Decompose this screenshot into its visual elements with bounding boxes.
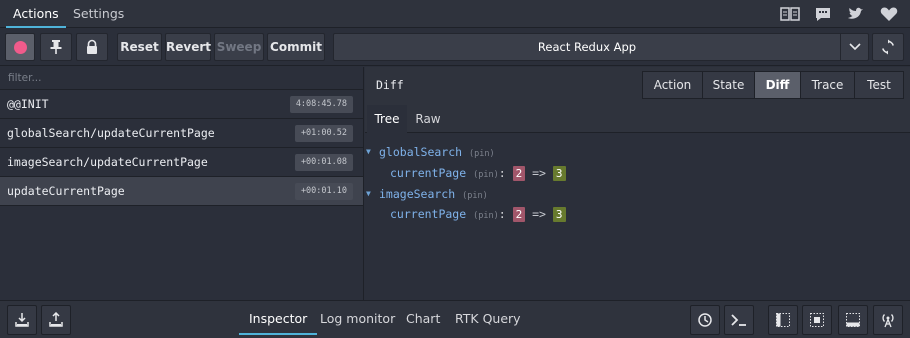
sync-icon — [882, 39, 894, 55]
remote-button[interactable] — [873, 305, 903, 335]
revert-button[interactable]: Revert — [165, 33, 211, 61]
pin-icon — [50, 40, 62, 54]
action-row-update-current-page[interactable]: updateCurrentPage +00:01.10 — [0, 177, 363, 206]
export-icon — [49, 312, 63, 327]
tree-key: currentPage — [390, 207, 467, 221]
tab-raw[interactable]: Raw — [409, 105, 447, 133]
diff-view-tabs: Tree Raw — [365, 105, 910, 133]
action-time: +00:01.08 — [294, 154, 353, 171]
monitor-tab-inspector[interactable]: Inspector — [238, 301, 318, 337]
diff-arrow: => — [532, 166, 546, 180]
dock-bottom-button[interactable] — [838, 305, 868, 335]
record-button[interactable] — [5, 33, 35, 61]
pin-link[interactable]: (pin) — [469, 149, 495, 159]
instance-select-label: React Redux App — [537, 40, 637, 54]
action-name: imageSearch/updateCurrentPage — [7, 155, 208, 169]
dock-center-icon — [810, 313, 824, 327]
lock-icon — [87, 39, 97, 54]
action-name: updateCurrentPage — [7, 184, 125, 198]
lock-button[interactable] — [76, 33, 108, 61]
inspector-title: Diff — [376, 78, 404, 92]
action-time: +01:00.52 — [294, 125, 353, 142]
action-name: globalSearch/updateCurrentPage — [7, 126, 215, 140]
action-time: 4:08:45.78 — [289, 96, 353, 113]
dock-left-button[interactable] — [768, 305, 798, 335]
tab-test[interactable]: Test — [854, 71, 904, 99]
tab-diff[interactable]: Diff — [754, 71, 801, 99]
tree-key: currentPage — [390, 166, 467, 180]
import-button[interactable] — [7, 305, 37, 335]
import-icon — [15, 313, 29, 327]
tab-action[interactable]: Action — [642, 71, 703, 99]
tree-key: imageSearch — [379, 187, 456, 201]
dispatcher-button[interactable] — [690, 305, 720, 335]
chevron-down-icon[interactable] — [840, 34, 868, 60]
inspector-header: Diff Action State Diff Trace Test — [365, 67, 910, 105]
expand-triangle-icon[interactable]: ▼ — [366, 184, 371, 204]
record-dot-icon — [14, 41, 27, 54]
export-button[interactable] — [41, 305, 71, 335]
tab-state[interactable]: State — [702, 71, 755, 99]
book-icon[interactable] — [779, 4, 801, 24]
monitor-tab-log-monitor[interactable]: Log monitor — [320, 301, 395, 337]
tab-tree[interactable]: Tree — [367, 105, 407, 133]
toolbar: Reset Revert Sweep Commit React Redux Ap… — [0, 28, 910, 66]
monitor-tab-chart[interactable]: Chart — [406, 301, 440, 337]
pin-link[interactable]: (pin) — [462, 191, 488, 201]
dock-left-icon — [776, 313, 790, 327]
diff-old-value: 2 — [512, 207, 526, 222]
diff-old-value: 2 — [512, 166, 526, 181]
diff-arrow: => — [532, 207, 546, 221]
instance-select[interactable]: React Redux App — [333, 33, 869, 61]
remote-broadcast-icon — [882, 314, 894, 328]
monitor-tab-rtk-query[interactable]: RTK Query — [455, 301, 521, 337]
expand-triangle-icon[interactable]: ▼ — [366, 142, 371, 162]
pin-button[interactable] — [40, 33, 72, 61]
filter-input[interactable] — [0, 67, 363, 90]
tab-trace[interactable]: Trace — [800, 71, 855, 99]
terminal-button[interactable] — [724, 305, 754, 335]
diff-new-value: 3 — [552, 166, 566, 181]
sync-button[interactable] — [872, 33, 904, 61]
inspector-panel: Diff Action State Diff Trace Test Tree R… — [365, 67, 910, 300]
reset-button[interactable]: Reset — [117, 33, 162, 61]
heart-icon[interactable] — [878, 4, 900, 24]
tree-key: globalSearch — [379, 145, 463, 159]
diff-new-value: 3 — [552, 207, 566, 222]
dock-center-button[interactable] — [802, 305, 832, 335]
action-row-image-search[interactable]: imageSearch/updateCurrentPage +00:01.08 — [0, 148, 363, 177]
twitter-icon[interactable] — [845, 4, 867, 24]
sweep-button[interactable]: Sweep — [214, 33, 264, 61]
tab-settings[interactable]: Settings — [73, 0, 124, 28]
action-time: +00:01.10 — [294, 183, 353, 200]
top-navigation: Actions Settings — [0, 0, 910, 28]
tab-actions[interactable]: Actions — [6, 0, 66, 28]
pin-link[interactable]: (pin) — [473, 170, 499, 180]
terminal-icon — [731, 314, 746, 326]
dock-bottom-icon — [846, 313, 860, 327]
pin-link[interactable]: (pin) — [473, 211, 499, 221]
action-list-panel: @@INIT 4:08:45.78 globalSearch/updateCur… — [0, 67, 364, 300]
bottom-bar: Inspector Log monitor Chart RTK Query — [0, 300, 910, 338]
action-name: @@INIT — [7, 97, 49, 111]
action-row-init[interactable]: @@INIT 4:08:45.78 — [0, 90, 363, 119]
chat-icon[interactable] — [812, 4, 834, 24]
commit-button[interactable]: Commit — [267, 33, 325, 61]
dispatcher-timer-icon — [698, 313, 712, 327]
action-row-global-search[interactable]: globalSearch/updateCurrentPage +01:00.52 — [0, 119, 363, 148]
